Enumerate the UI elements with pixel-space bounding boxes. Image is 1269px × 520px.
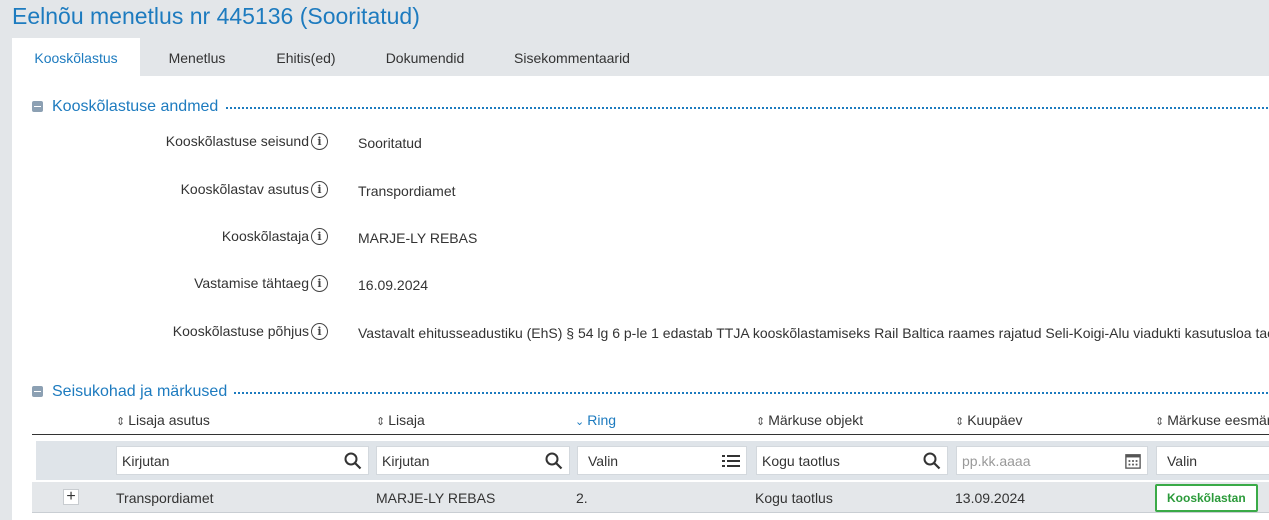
field-value-kooskolastaja: MARJE-LY REBAS bbox=[358, 230, 478, 246]
row-divider bbox=[32, 512, 1269, 513]
field-label-pohjus: Kooskõlastuse põhjus bbox=[172, 323, 309, 339]
field-value-asutus: Transpordiamet bbox=[358, 183, 456, 199]
details-section-title: Kooskõlastuse andmed bbox=[52, 97, 225, 117]
search-icon[interactable] bbox=[344, 452, 362, 470]
sort-updown-icon: ⇕ bbox=[756, 416, 766, 428]
tab-dokumendid[interactable]: Dokumendid bbox=[358, 38, 492, 76]
cell-lisaja-asutus: Transpordiamet bbox=[116, 490, 214, 506]
filter-kuupaev-input[interactable] bbox=[957, 447, 1109, 474]
field-label-seisund: Kooskõlastuse seisund bbox=[165, 133, 309, 149]
plus-icon[interactable]: + bbox=[63, 489, 79, 505]
minus-square-icon[interactable] bbox=[32, 101, 43, 112]
column-header-lisaja-asutus[interactable]: ⇕ Lisaja asutus bbox=[116, 412, 210, 428]
table-row[interactable]: + Transpordiamet MARJE-LY REBAS 2. Kogu … bbox=[32, 482, 1269, 512]
filter-lisaja-input[interactable] bbox=[377, 447, 531, 474]
filter-kuupaev[interactable] bbox=[956, 446, 1148, 475]
tab-menetlus[interactable]: Menetlus bbox=[140, 38, 254, 76]
section-divider bbox=[222, 107, 1269, 109]
filter-ring-select[interactable] bbox=[578, 447, 713, 474]
list-icon[interactable] bbox=[722, 452, 740, 470]
field-label-asutus: Kooskõlastav asutus bbox=[180, 181, 309, 197]
filter-lisaja-asutus-input[interactable] bbox=[117, 447, 318, 474]
column-header-ring[interactable]: ⌄ Ring bbox=[575, 412, 616, 428]
filter-ring[interactable] bbox=[577, 446, 747, 475]
info-circle-icon[interactable]: i bbox=[311, 181, 328, 198]
cell-markuse-objekt: Kogu taotlus bbox=[755, 490, 833, 506]
sort-updown-icon: ⇕ bbox=[376, 416, 386, 428]
sort-updown-icon: ⇕ bbox=[116, 416, 126, 428]
details-section-header: Kooskõlastuse andmed bbox=[32, 97, 1269, 117]
filter-lisaja[interactable] bbox=[376, 446, 570, 475]
filter-markuse-eesmark[interactable] bbox=[1156, 446, 1269, 475]
info-circle-icon[interactable]: i bbox=[311, 275, 328, 292]
table-header-divider bbox=[32, 434, 1269, 435]
column-header-kuupaev[interactable]: ⇕ Kuupäev bbox=[955, 412, 1023, 428]
chevron-down-icon: ⌄ bbox=[575, 416, 585, 428]
column-header-markuse-eesmark[interactable]: ⇕ Märkuse eesmärk bbox=[1155, 412, 1269, 428]
page-title: Eelnõu menetlus nr 445136 (Sooritatud) bbox=[12, 3, 420, 29]
calendar-icon[interactable] bbox=[1125, 453, 1141, 469]
field-value-tahtaeg: 16.09.2024 bbox=[358, 277, 429, 293]
remarks-section-title: Seisukohad ja märkused bbox=[52, 382, 234, 402]
column-header-lisaja[interactable]: ⇕ Lisaja bbox=[376, 412, 425, 428]
field-label-tahtaeg: Vastamise tähtaeg bbox=[194, 275, 309, 291]
content-panel: Kooskõlastuse andmed Kooskõlastuse seisu… bbox=[12, 76, 1269, 520]
info-circle-icon[interactable]: i bbox=[311, 228, 328, 245]
cell-lisaja: MARJE-LY REBAS bbox=[376, 490, 496, 506]
filter-row bbox=[36, 441, 1269, 480]
field-label-kooskolastaja: Kooskõlastaja bbox=[221, 228, 309, 244]
field-value-pohjus: Vastavalt ehitusseadustiku (EhS) § 54 lg… bbox=[358, 325, 1269, 341]
info-circle-icon[interactable]: i bbox=[311, 133, 328, 150]
tab-ehitised[interactable]: Ehitis(ed) bbox=[254, 38, 358, 76]
cell-ring: 2. bbox=[576, 490, 588, 506]
cell-kuupaev: 13.09.2024 bbox=[955, 490, 1026, 506]
status-badge: Kooskõlastan bbox=[1155, 484, 1258, 512]
field-value-seisund: Sooritatud bbox=[358, 135, 422, 151]
filter-lisaja-asutus[interactable] bbox=[116, 446, 369, 475]
sort-updown-icon: ⇕ bbox=[1155, 416, 1165, 428]
sort-updown-icon: ⇕ bbox=[955, 416, 965, 428]
filter-markuse-objekt[interactable] bbox=[756, 446, 948, 475]
search-icon[interactable] bbox=[545, 452, 563, 470]
minus-square-icon[interactable] bbox=[32, 386, 43, 397]
column-header-markuse-objekt[interactable]: ⇕ Märkuse objekt bbox=[756, 412, 863, 428]
section-divider bbox=[222, 392, 1269, 394]
filter-markuse-eesmark-select[interactable] bbox=[1157, 447, 1269, 474]
info-circle-icon[interactable]: i bbox=[311, 323, 328, 340]
filter-markuse-objekt-input[interactable] bbox=[757, 447, 909, 474]
remarks-section-header: Seisukohad ja märkused bbox=[32, 382, 1269, 402]
tab-sisekommentaarid[interactable]: Sisekommentaarid bbox=[492, 38, 652, 76]
search-icon[interactable] bbox=[923, 452, 941, 470]
tab-kooskolastus[interactable]: Kooskõlastus bbox=[12, 38, 140, 76]
